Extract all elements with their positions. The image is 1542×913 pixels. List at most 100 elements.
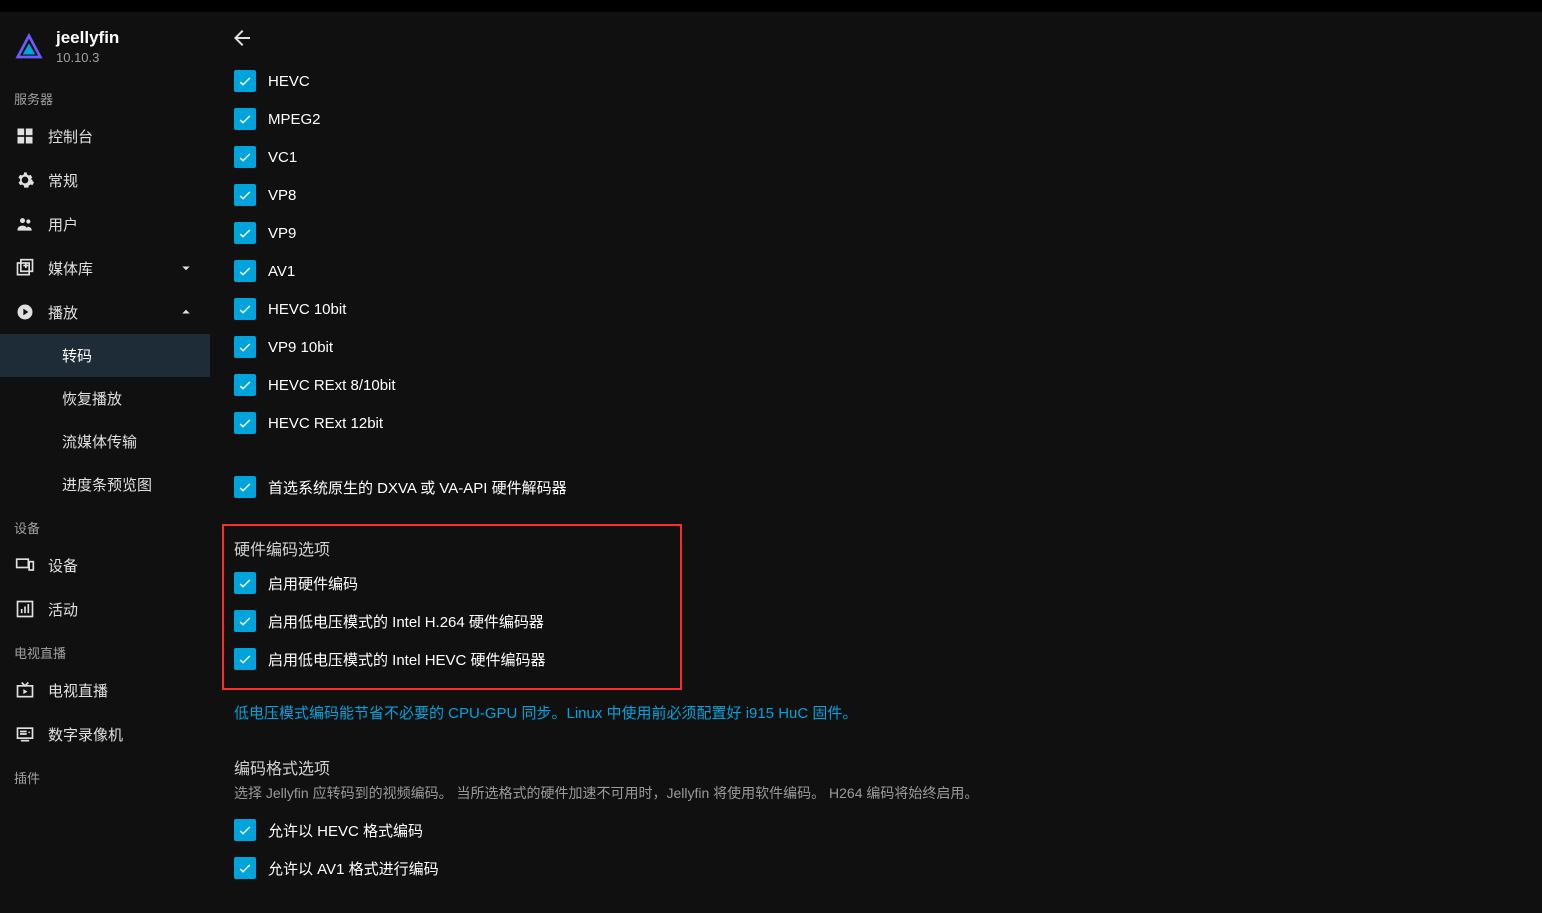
people-icon xyxy=(14,213,36,235)
back-button[interactable] xyxy=(224,20,260,56)
chart-icon xyxy=(14,598,36,620)
sidebar-item-dvr[interactable]: 数字录像机 xyxy=(0,712,210,756)
checkbox[interactable] xyxy=(234,412,256,434)
sidebar-item-label: 设备 xyxy=(48,555,196,576)
checkbox-row-prefer-native: 首选系统原生的 DXVA 或 VA-API 硬件解码器 xyxy=(234,468,1286,506)
brand-block: jeellyfin 10.10.3 xyxy=(0,12,210,77)
gear-icon xyxy=(14,169,36,191)
checkbox-label[interactable]: 启用低电压模式的 Intel H.264 硬件编码器 xyxy=(268,611,544,632)
sidebar-item-devices[interactable]: 设备 xyxy=(0,543,210,587)
sidebar-item-playback[interactable]: 播放 xyxy=(0,290,210,334)
main-pane: HEVC MPEG2 VC1 VP8 VP9 AV1 xyxy=(210,12,1542,913)
livetv-icon xyxy=(14,679,36,701)
section-title-hwenc: 硬件编码选项 xyxy=(234,536,670,560)
checkbox[interactable] xyxy=(234,70,256,92)
sidebar-item-label: 转码 xyxy=(62,345,92,366)
sidebar-subitem-resume[interactable]: 恢复播放 xyxy=(0,377,210,420)
checkbox-row-hevcrext12: HEVC RExt 12bit xyxy=(234,404,1286,442)
app-root: jeellyfin 10.10.3 服务器 控制台 常规 用户 xyxy=(0,12,1542,913)
sidebar-item-label: 用户 xyxy=(48,214,196,235)
checkbox-label[interactable]: 启用硬件编码 xyxy=(268,573,358,594)
sidebar-item-label: 数字录像机 xyxy=(48,724,196,745)
section-label-server: 服务器 xyxy=(0,77,210,114)
checkbox[interactable] xyxy=(234,336,256,358)
checkbox-row-lp-hevc: 启用低电压模式的 Intel HEVC 硬件编码器 xyxy=(234,640,670,678)
checkbox[interactable] xyxy=(234,476,256,498)
checkbox-label[interactable]: VP9 xyxy=(268,225,296,242)
section-desc-encfmt: 选择 Jellyfin 应转码到的视频编码。 当所选格式的硬件加速不可用时，Je… xyxy=(234,783,1286,803)
checkbox[interactable] xyxy=(234,819,256,841)
checkbox[interactable] xyxy=(234,298,256,320)
devices-icon xyxy=(14,554,36,576)
checkbox-row-hevc: HEVC xyxy=(234,62,1286,100)
chevron-down-icon xyxy=(176,258,196,278)
sidebar-subitem-streaming[interactable]: 流媒体传输 xyxy=(0,420,210,463)
checkbox-label[interactable]: AV1 xyxy=(268,263,295,280)
checkbox-label[interactable]: VP9 10bit xyxy=(268,339,333,356)
checkbox-label[interactable]: VC1 xyxy=(268,149,297,166)
sidebar-item-label: 进度条预览图 xyxy=(62,474,152,495)
brand-version: 10.10.3 xyxy=(56,50,119,65)
checkbox[interactable] xyxy=(234,374,256,396)
sidebar-item-label: 媒体库 xyxy=(48,258,176,279)
checkbox[interactable] xyxy=(234,648,256,670)
section-label-devices: 设备 xyxy=(0,506,210,543)
sidebar: jeellyfin 10.10.3 服务器 控制台 常规 用户 xyxy=(0,12,210,913)
section-label-plugins: 插件 xyxy=(0,756,210,793)
library-add-icon xyxy=(14,257,36,279)
checkbox-label[interactable]: 启用低电压模式的 Intel HEVC 硬件编码器 xyxy=(268,649,546,670)
section-title-encfmt: 编码格式选项 xyxy=(234,755,1286,779)
dashboard-icon xyxy=(14,125,36,147)
lp-note-link[interactable]: 低电压模式编码能节省不必要的 CPU-GPU 同步。Linux 中使用前必须配置… xyxy=(234,702,1286,723)
checkbox[interactable] xyxy=(234,108,256,130)
checkbox[interactable] xyxy=(234,222,256,244)
brand-logo-icon xyxy=(14,32,44,62)
checkbox-row-allow-hevc: 允许以 HEVC 格式编码 xyxy=(234,811,1286,849)
sidebar-item-label: 常规 xyxy=(48,170,196,191)
checkbox[interactable] xyxy=(234,857,256,879)
checkbox-label[interactable]: MPEG2 xyxy=(268,111,321,128)
main-header xyxy=(210,12,1542,60)
checkbox-row-lp-h264: 启用低电压模式的 Intel H.264 硬件编码器 xyxy=(234,602,670,640)
checkbox-row-av1: AV1 xyxy=(234,252,1286,290)
sidebar-item-libraries[interactable]: 媒体库 xyxy=(0,246,210,290)
checkbox-label[interactable]: HEVC 10bit xyxy=(268,301,346,318)
settings-content: HEVC MPEG2 VC1 VP8 VP9 AV1 xyxy=(210,60,1310,913)
sidebar-item-label: 活动 xyxy=(48,599,196,620)
highlight-hw-encoding-box: 硬件编码选项 启用硬件编码 启用低电压模式的 Intel H.264 硬件编码器… xyxy=(222,524,682,690)
play-circle-icon xyxy=(14,301,36,323)
sidebar-item-activity[interactable]: 活动 xyxy=(0,587,210,631)
checkbox-row-vc1: VC1 xyxy=(234,138,1286,176)
checkbox-label[interactable]: 允许以 HEVC 格式编码 xyxy=(268,820,423,841)
sidebar-item-users[interactable]: 用户 xyxy=(0,202,210,246)
checkbox-row-vp910: VP9 10bit xyxy=(234,328,1286,366)
checkbox-label[interactable]: VP8 xyxy=(268,187,296,204)
chevron-up-icon xyxy=(176,302,196,322)
checkbox[interactable] xyxy=(234,572,256,594)
checkbox[interactable] xyxy=(234,184,256,206)
section-label-livetv: 电视直播 xyxy=(0,631,210,668)
sidebar-item-livetv[interactable]: 电视直播 xyxy=(0,668,210,712)
sidebar-item-general[interactable]: 常规 xyxy=(0,158,210,202)
checkbox-label[interactable]: HEVC xyxy=(268,73,310,90)
sidebar-item-label: 播放 xyxy=(48,302,176,323)
sidebar-item-label: 电视直播 xyxy=(48,680,196,701)
checkbox-label[interactable]: 首选系统原生的 DXVA 或 VA-API 硬件解码器 xyxy=(268,477,567,498)
checkbox-row-allow-av1: 允许以 AV1 格式进行编码 xyxy=(234,849,1286,887)
checkbox[interactable] xyxy=(234,146,256,168)
sidebar-subitem-transcoding[interactable]: 转码 xyxy=(0,334,210,377)
sidebar-item-label: 流媒体传输 xyxy=(62,431,137,452)
checkbox-row-vp8: VP8 xyxy=(234,176,1286,214)
dvr-icon xyxy=(14,723,36,745)
checkbox[interactable] xyxy=(234,610,256,632)
checkbox-row-vp9: VP9 xyxy=(234,214,1286,252)
checkbox-label[interactable]: 允许以 AV1 格式进行编码 xyxy=(268,858,439,879)
checkbox[interactable] xyxy=(234,260,256,282)
checkbox-row-hevc10: HEVC 10bit xyxy=(234,290,1286,328)
sidebar-subitem-trickplay[interactable]: 进度条预览图 xyxy=(0,463,210,506)
sidebar-item-dashboard[interactable]: 控制台 xyxy=(0,114,210,158)
checkbox-label[interactable]: HEVC RExt 12bit xyxy=(268,415,383,432)
browser-tab-strip xyxy=(0,0,1542,12)
checkbox-label[interactable]: HEVC RExt 8/10bit xyxy=(268,377,396,394)
checkbox-row-mpeg2: MPEG2 xyxy=(234,100,1286,138)
